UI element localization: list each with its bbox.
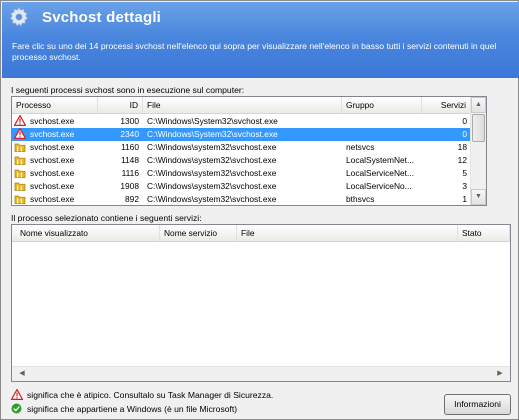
scroll-right-arrow-icon[interactable]: ▶ bbox=[492, 367, 508, 381]
column-header-file[interactable]: File bbox=[143, 97, 342, 113]
scroll-up-arrow-icon[interactable]: ▲ bbox=[471, 97, 486, 113]
cell-gruppo: netsvcs bbox=[346, 142, 375, 152]
check-icon bbox=[11, 403, 22, 414]
cell-id: 2340 bbox=[120, 129, 139, 139]
service-list[interactable]: Nome visualizzato Nome servizio File Sta… bbox=[11, 224, 511, 382]
process-row[interactable]: svchost.exe 1116 C:\Windows\system32\svcho… bbox=[12, 167, 471, 180]
process-row[interactable]: svchost.exe 1148 C:\Windows\system32\svcho… bbox=[12, 154, 471, 167]
cell-file: C:\Windows\system32\svchost.exe bbox=[147, 142, 277, 152]
cell-id: 1116 bbox=[121, 168, 139, 178]
cell-processo: svchost.exe bbox=[30, 116, 75, 126]
folder-icon bbox=[14, 180, 26, 192]
service-list-header: Nome visualizzato Nome servizio File Sta… bbox=[12, 225, 510, 242]
cell-processo: svchost.exe bbox=[30, 168, 75, 178]
gear-icon bbox=[9, 6, 29, 27]
cell-gruppo bbox=[346, 115, 422, 128]
warning-icon bbox=[13, 128, 27, 140]
cell-servizi: 5 bbox=[462, 168, 467, 178]
cell-processo: svchost.exe bbox=[30, 129, 75, 139]
process-row[interactable]: svchost.exe 2340 C:\Windows\System32\svcho… bbox=[12, 128, 471, 141]
cell-file: C:\Windows\system32\svchost.exe bbox=[147, 194, 277, 204]
cell-file: C:\Windows\System32\svchost.exe bbox=[147, 129, 278, 139]
svchost-details-window: Svchost dettagli Fare clic su uno dei 14… bbox=[0, 0, 519, 420]
process-row[interactable]: svchost.exe 892 C:\Windows\system32\svchos… bbox=[12, 193, 471, 205]
cell-gruppo: LocalServiceNo... bbox=[346, 181, 412, 191]
folder-icon bbox=[14, 141, 26, 153]
services-caption: Il processo selezionato contiene i segue… bbox=[11, 213, 202, 223]
column-header-processo[interactable]: Processo bbox=[12, 97, 98, 113]
cell-gruppo: LocalServiceNet... bbox=[346, 168, 414, 178]
column-header-service-file[interactable]: File bbox=[237, 225, 458, 241]
service-list-hscrollbar[interactable]: ◀ ▶ bbox=[12, 366, 510, 381]
cell-id: 1160 bbox=[120, 142, 139, 152]
cell-processo: svchost.exe bbox=[30, 194, 75, 204]
page-title: Svchost dettagli bbox=[42, 9, 162, 26]
cell-id: 1908 bbox=[120, 181, 139, 191]
scroll-thumb[interactable] bbox=[472, 114, 485, 142]
column-header-nome-visualizzato[interactable]: Nome visualizzato bbox=[12, 225, 160, 241]
cell-servizi: 0 bbox=[462, 129, 467, 139]
cell-file: C:\Windows\System32\svchost.exe bbox=[147, 116, 278, 126]
cell-servizi: 0 bbox=[462, 116, 467, 126]
page-description: Fare clic su uno dei 14 processi svchost… bbox=[12, 41, 497, 62]
header-banner: Svchost dettagli Fare clic su uno dei 14… bbox=[2, 2, 519, 78]
cell-file: C:\Windows\system32\svchost.exe bbox=[147, 155, 277, 165]
processes-caption: I seguenti processi svchost sono in esec… bbox=[11, 85, 245, 95]
process-list-vscrollbar[interactable]: ▲ ▼ bbox=[470, 97, 486, 205]
column-header-nome-servizio[interactable]: Nome servizio bbox=[160, 225, 237, 241]
legend-warning-text: significa che è atipico. Consultalo su T… bbox=[27, 390, 274, 400]
cell-servizi: 12 bbox=[457, 155, 467, 165]
cell-servizi: 3 bbox=[462, 181, 467, 191]
cell-file: C:\Windows\system32\svchost.exe bbox=[147, 181, 277, 191]
process-row[interactable]: svchost.exe 1908 C:\Windows\system32\svcho… bbox=[12, 180, 471, 193]
cell-id: 1300 bbox=[120, 116, 139, 126]
column-header-stato[interactable]: Stato bbox=[458, 225, 510, 241]
scroll-left-arrow-icon[interactable]: ◀ bbox=[14, 367, 30, 381]
warning-icon bbox=[13, 115, 27, 127]
column-header-gruppo[interactable]: Gruppo bbox=[342, 97, 422, 113]
process-row[interactable]: svchost.exe 1160 C:\Windows\system32\svcho… bbox=[12, 141, 471, 154]
cell-gruppo bbox=[346, 128, 422, 141]
cell-gruppo: LocalSystemNet... bbox=[346, 155, 414, 165]
cell-servizi: 18 bbox=[457, 142, 467, 152]
informazioni-button[interactable]: Informazioni bbox=[444, 394, 511, 415]
cell-id: 1148 bbox=[120, 155, 139, 165]
process-list-header: Processo ID File Gruppo Servizi bbox=[12, 97, 471, 114]
cell-processo: svchost.exe bbox=[30, 155, 75, 165]
process-row[interactable]: svchost.exe 1300 C:\Windows\System32\svcho… bbox=[12, 115, 471, 128]
legend-windows-text: significa che appartiene a Windows (è un… bbox=[27, 404, 238, 414]
cell-file: C:\Windows\system32\svchost.exe bbox=[147, 168, 277, 178]
column-header-id[interactable]: ID bbox=[98, 97, 143, 113]
process-list[interactable]: Processo ID File Gruppo Servizi svchost.… bbox=[11, 96, 487, 206]
cell-id: 892 bbox=[125, 194, 139, 204]
column-header-servizi[interactable]: Servizi bbox=[422, 97, 471, 113]
cell-servizi: 1 bbox=[462, 194, 467, 204]
folder-icon bbox=[14, 193, 26, 205]
cell-gruppo: bthsvcs bbox=[346, 194, 375, 204]
warning-icon bbox=[11, 389, 23, 400]
cell-processo: svchost.exe bbox=[30, 181, 75, 191]
scroll-down-arrow-icon[interactable]: ▼ bbox=[471, 189, 486, 205]
folder-icon bbox=[14, 167, 26, 179]
folder-icon bbox=[14, 154, 26, 166]
cell-processo: svchost.exe bbox=[30, 142, 75, 152]
